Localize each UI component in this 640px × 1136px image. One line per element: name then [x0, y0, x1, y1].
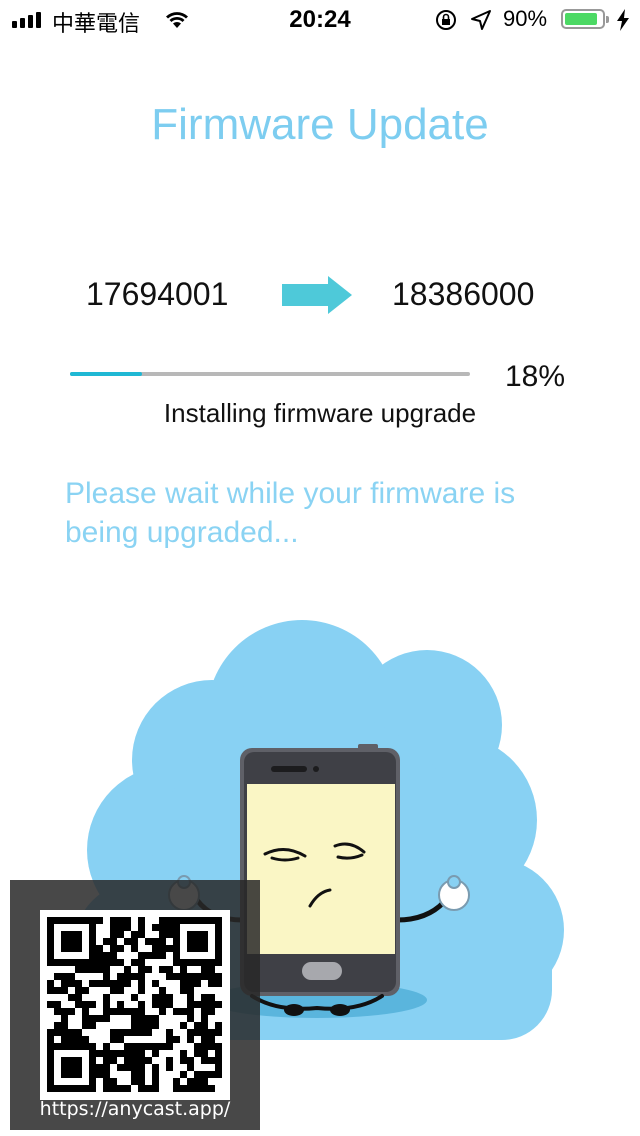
page-title: Firmware Update — [151, 100, 489, 149]
qr-overlay[interactable]: https://anycast.app/ — [10, 880, 260, 1130]
orientation-lock-icon — [436, 10, 456, 30]
wait-message: Please wait while your firmware is being… — [65, 477, 516, 549]
phone-body — [240, 744, 400, 996]
charging-bolt-icon — [617, 9, 629, 31]
arrow-right-icon — [282, 276, 352, 314]
target-version: 18386000 — [392, 276, 535, 312]
progress-bar-fill — [70, 372, 142, 376]
qr-finder-pattern — [47, 1043, 96, 1092]
battery-icon — [561, 9, 609, 29]
location-icon — [471, 10, 491, 30]
qr-code[interactable] — [40, 910, 230, 1100]
qr-url[interactable]: https://anycast.app/ — [10, 1098, 260, 1120]
qr-finder-pattern — [173, 917, 222, 966]
current-version: 17694001 — [86, 276, 229, 312]
progress-bar — [70, 372, 470, 376]
battery-percent: 90% — [503, 6, 548, 31]
install-status: Installing firmware upgrade — [163, 398, 477, 428]
qr-finder-pattern — [47, 917, 96, 966]
progress-percent: 18% — [505, 360, 566, 393]
status-bar: 中華電信 20:24 90% — [0, 0, 640, 40]
